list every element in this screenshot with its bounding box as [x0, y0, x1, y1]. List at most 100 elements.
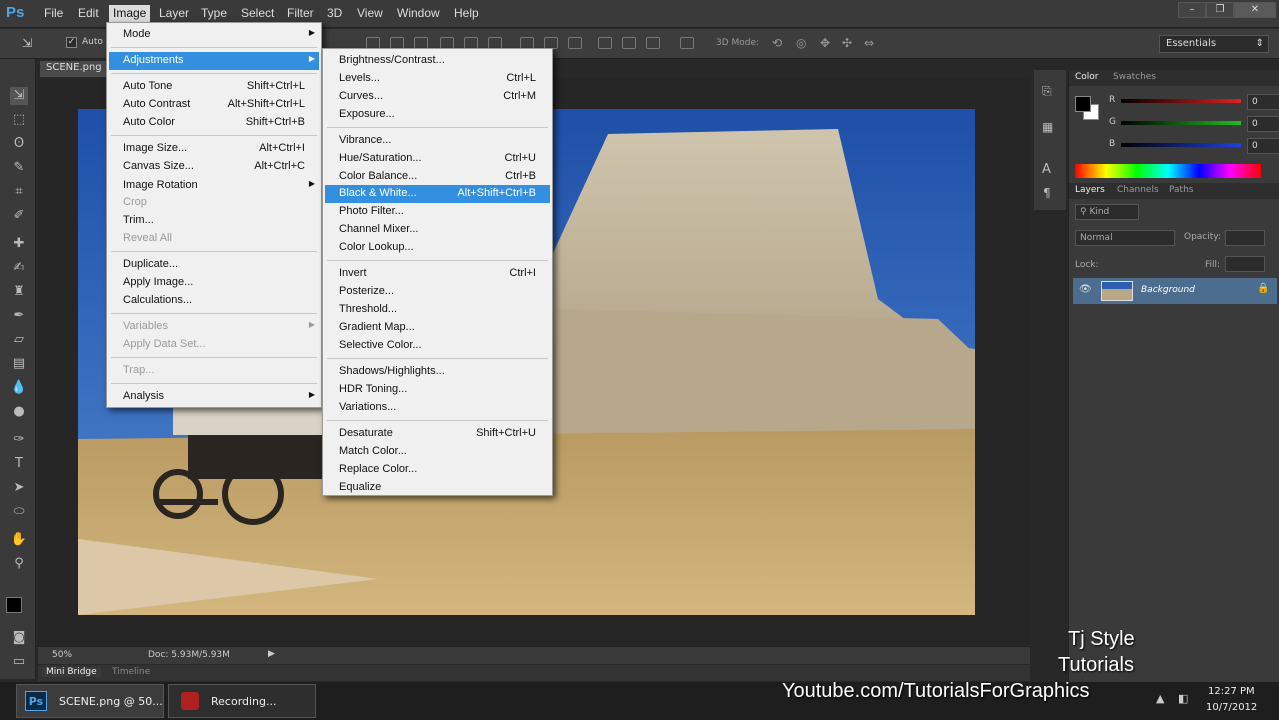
menu-item-match-color[interactable]: Match Color... [325, 443, 550, 461]
minimize-icon[interactable]: – [1178, 2, 1206, 18]
menu-item-color-balance[interactable]: Color Balance... Ctrl+B [325, 168, 550, 186]
menu-item-trim[interactable]: Trim... [109, 212, 319, 230]
menu-view[interactable]: View [357, 5, 383, 23]
tray-network-icon[interactable]: ▲ [1156, 692, 1164, 705]
3d-rotate-icon[interactable]: ⟲ [772, 36, 782, 50]
gradient-tool-icon[interactable]: ▤ [10, 355, 28, 373]
menu-select[interactable]: Select [241, 5, 274, 23]
document-tab[interactable]: SCENE.png [40, 61, 110, 77]
tray-volume-icon[interactable]: ◧ [1178, 692, 1188, 705]
zoom-level[interactable]: 50% [52, 650, 72, 660]
menu-item-hdr-toning[interactable]: HDR Toning... [325, 381, 550, 399]
menu-item-invert[interactable]: Invert Ctrl+I [325, 265, 550, 283]
tab-mini-bridge[interactable]: Mini Bridge [42, 667, 101, 677]
3d-slide-icon[interactable]: ✣ [842, 36, 852, 50]
crop-tool-icon[interactable]: ⌗ [10, 183, 28, 201]
quick-select-tool-icon[interactable]: ✎ [10, 159, 28, 177]
menu-image[interactable]: Image [109, 5, 151, 23]
menu-item-image-size[interactable]: Image Size... Alt+Ctrl+I [109, 140, 319, 158]
menu-item-analysis[interactable]: Analysis ▶ [109, 388, 319, 406]
history-panel-icon[interactable]: ⎘ [1042, 84, 1052, 99]
brush-tool-icon[interactable]: ✍ [10, 259, 28, 277]
fill-field[interactable] [1225, 256, 1265, 272]
blur-tool-icon[interactable]: 💧 [10, 379, 28, 397]
menu-item-replace-color[interactable]: Replace Color... [325, 461, 550, 479]
color-foreground-swatch[interactable] [1075, 96, 1091, 112]
slider-green[interactable]: G 0 [1107, 116, 1279, 134]
slider-blue[interactable]: B 0 [1107, 138, 1279, 156]
paragraph-panel-icon[interactable]: ¶ [1043, 186, 1051, 200]
menu-item-photo-filter[interactable]: Photo Filter... [325, 203, 550, 221]
menu-item-apply-image[interactable]: Apply Image... [109, 274, 319, 292]
tab-layers[interactable]: Layers [1075, 185, 1105, 195]
slider-blue-track[interactable] [1121, 143, 1241, 147]
menu-item-mode[interactable]: Mode ▶ [109, 26, 319, 44]
close-icon[interactable]: ✕ [1234, 2, 1276, 18]
menu-3d[interactable]: 3D [327, 5, 342, 23]
restore-icon[interactable]: ❐ [1206, 2, 1234, 18]
auto-align-icon[interactable] [680, 37, 694, 49]
menu-window[interactable]: Window [397, 5, 440, 23]
menu-item-canvas-size[interactable]: Canvas Size... Alt+Ctrl+C [109, 158, 319, 176]
menu-item-desaturate[interactable]: Desaturate Shift+Ctrl+U [325, 425, 550, 443]
menu-item-brightness-contrast[interactable]: Brightness/Contrast... [325, 52, 550, 70]
menu-item-adjustments[interactable]: Adjustments ▶ [109, 52, 319, 70]
task-recording[interactable]: Recording... [168, 684, 316, 718]
layer-filter-kind[interactable]: ⚲ Kind [1075, 204, 1139, 220]
distribute-center-icon[interactable] [622, 37, 636, 49]
menu-item-selective-color[interactable]: Selective Color... [325, 337, 550, 355]
slider-red[interactable]: R 0 [1107, 94, 1279, 112]
menu-item-crop[interactable]: Crop [109, 194, 319, 212]
menu-item-image-rotation[interactable]: Image Rotation ▶ [109, 177, 319, 195]
clone-stamp-tool-icon[interactable]: ♜ [10, 283, 28, 301]
eyedropper-tool-icon[interactable]: ✐ [10, 207, 28, 225]
path-select-tool-icon[interactable]: ➤ [10, 479, 28, 497]
menu-file[interactable]: File [44, 5, 63, 23]
menu-edit[interactable]: Edit [78, 5, 99, 23]
menu-item-reveal-all[interactable]: Reveal All [109, 230, 319, 248]
menu-item-variables[interactable]: Variables ▶ [109, 318, 319, 336]
quick-mask-icon[interactable]: ◙ [10, 629, 28, 647]
menu-item-hue-saturation[interactable]: Hue/Saturation... Ctrl+U [325, 150, 550, 168]
menu-item-equalize[interactable]: Equalize [325, 479, 550, 497]
eraser-tool-icon[interactable]: ▱ [10, 331, 28, 349]
menu-item-exposure[interactable]: Exposure... [325, 106, 550, 124]
hand-tool-icon[interactable]: ✋ [10, 531, 28, 549]
color-spectrum[interactable] [1075, 164, 1261, 178]
auto-select-checkbox[interactable]: ✓ [66, 37, 77, 48]
slider-red-value[interactable]: 0 [1247, 94, 1279, 110]
layer-row-background[interactable]: 👁 Background 🔒 [1073, 278, 1277, 304]
properties-panel-icon[interactable]: ▦ [1042, 120, 1053, 134]
menu-item-threshold[interactable]: Threshold... [325, 301, 550, 319]
menu-item-gradient-map[interactable]: Gradient Map... [325, 319, 550, 337]
workspace-select[interactable]: Essentials ⇕ [1159, 35, 1269, 53]
healing-brush-tool-icon[interactable]: ✚ [10, 235, 28, 253]
menu-item-trap[interactable]: Trap... [109, 362, 319, 380]
tab-color[interactable]: Color [1075, 72, 1099, 82]
lasso-tool-icon[interactable]: ʘ [10, 135, 28, 153]
slider-green-track[interactable] [1121, 121, 1241, 125]
menu-help[interactable]: Help [454, 5, 479, 23]
task-photoshop[interactable]: Ps SCENE.png @ 50... [16, 684, 164, 718]
move-tool-icon[interactable]: ⇲ [10, 87, 28, 105]
slider-blue-value[interactable]: 0 [1247, 138, 1279, 154]
menu-item-shadows-highlights[interactable]: Shadows/Highlights... [325, 363, 550, 381]
layer-name[interactable]: Background [1141, 285, 1195, 295]
distribute-bottom-icon[interactable] [568, 37, 582, 49]
menu-item-auto-color[interactable]: Auto Color Shift+Ctrl+B [109, 114, 319, 132]
opacity-field[interactable] [1225, 230, 1265, 246]
menu-item-calculations[interactable]: Calculations... [109, 292, 319, 310]
menu-layer[interactable]: Layer [159, 5, 189, 23]
character-panel-icon[interactable]: A [1042, 162, 1051, 177]
menu-item-posterize[interactable]: Posterize... [325, 283, 550, 301]
foreground-color-swatch[interactable] [6, 597, 22, 613]
marquee-tool-icon[interactable]: ⬚ [10, 111, 28, 129]
distribute-right-icon[interactable] [646, 37, 660, 49]
status-menu-arrow-icon[interactable]: ▶ [268, 649, 275, 659]
move-tool-icon[interactable]: ⇲ [22, 36, 32, 50]
slider-red-track[interactable] [1121, 99, 1241, 103]
menu-item-variations[interactable]: Variations... [325, 399, 550, 417]
menu-filter[interactable]: Filter [287, 5, 314, 23]
menu-item-duplicate[interactable]: Duplicate... [109, 256, 319, 274]
slider-green-value[interactable]: 0 [1247, 116, 1279, 132]
